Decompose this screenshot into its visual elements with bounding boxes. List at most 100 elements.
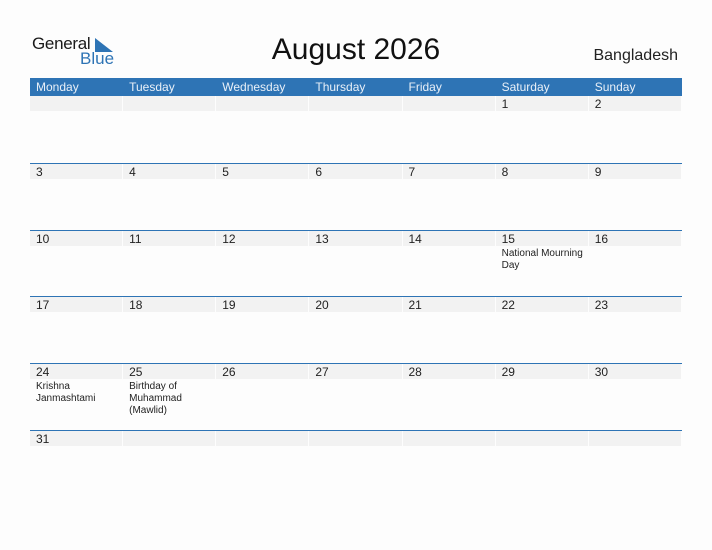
day-cell[interactable]: 31 (30, 430, 123, 497)
day-cell[interactable]: 26 (216, 364, 309, 430)
calendar-grid: Monday Tuesday Wednesday Thursday Friday Satu… (30, 78, 682, 497)
day-cell[interactable]: 18 (123, 297, 216, 363)
date-strip (495, 96, 588, 111)
weekday-thursday: Thursday (315, 80, 366, 94)
day-number: 23 (594, 298, 609, 313)
day-cell[interactable]: 7 (402, 163, 496, 230)
date-strip (123, 96, 216, 111)
day-cell[interactable]: 13 (309, 230, 402, 297)
day-cell[interactable]: 3 (30, 163, 123, 230)
weekday-tuesday: Tuesday (129, 80, 175, 94)
day-cell[interactable]: 4 (123, 163, 216, 230)
day-cell[interactable]: 12 (216, 230, 309, 297)
day-number: 22 (501, 298, 515, 313)
day-cell[interactable]: 5 (216, 163, 309, 230)
day-number: 18 (129, 298, 143, 313)
day-cell[interactable]: 20 (309, 297, 402, 363)
day-cell (495, 430, 589, 497)
day-number: 30 (594, 365, 609, 380)
day-cell (216, 430, 309, 497)
day-number: 20 (315, 298, 329, 313)
date-strip (216, 430, 309, 446)
day-cell[interactable]: 29 (495, 364, 589, 430)
date-strip (216, 96, 309, 111)
weekday-saturday: Saturday (501, 80, 550, 94)
day-number: 27 (315, 365, 329, 380)
week-row: 31 (30, 429, 682, 497)
date-strip (495, 430, 588, 446)
week-row: 3 4 5 6 7 8 9 (30, 162, 682, 230)
country-label: Bangladesh (593, 47, 678, 64)
day-cell (123, 96, 216, 163)
date-strip (309, 163, 402, 179)
day-number: 2 (594, 97, 602, 111)
date-strip (309, 96, 402, 111)
date-strip (309, 430, 402, 446)
weekday-monday: Monday (36, 80, 79, 94)
weekday-wednesday: Wednesday (222, 80, 286, 94)
weekday-header: Monday Tuesday Wednesday Thursday Friday Satu… (30, 78, 682, 96)
day-number: 4 (129, 164, 136, 179)
day-number: 25 (129, 365, 143, 380)
day-number: 28 (408, 365, 422, 380)
day-cell[interactable]: 1 (495, 96, 589, 163)
day-number: 5 (222, 164, 229, 179)
day-cell (309, 430, 402, 497)
day-cell[interactable]: 28 (402, 364, 496, 430)
date-strip (495, 163, 588, 179)
day-number: 6 (315, 164, 323, 179)
date-strip (30, 96, 123, 111)
day-cell (216, 96, 309, 163)
day-cell[interactable]: 6 (309, 163, 402, 230)
week-row: 12 (30, 96, 682, 163)
holiday-label: Krishna Janmashtami (36, 381, 96, 405)
day-number: 10 (36, 231, 50, 246)
day-cell[interactable]: 10 (30, 230, 123, 297)
date-strip (216, 163, 309, 179)
date-strip (402, 96, 495, 111)
day-number: 1 (501, 97, 509, 111)
day-cell[interactable]: 27 (309, 364, 402, 430)
day-cell[interactable]: 8 (495, 163, 589, 230)
day-cell (402, 96, 496, 163)
day-number: 15 (501, 231, 515, 246)
day-number: 16 (594, 231, 609, 246)
date-strip (588, 163, 681, 179)
day-number: 3 (36, 164, 43, 179)
holiday-label: National Mourning Day (501, 247, 583, 271)
date-strip (30, 163, 123, 179)
day-cell[interactable]: 22 (495, 297, 589, 363)
day-number: 29 (501, 365, 515, 380)
day-cell[interactable]: 21 (402, 297, 496, 363)
week-row: 17 18 19 20 21 22 23 (30, 296, 682, 363)
day-cell[interactable]: 16 (588, 230, 682, 297)
day-number: 31 (36, 431, 50, 446)
day-number: 24 (36, 365, 50, 380)
day-number: 13 (315, 231, 329, 246)
weekday-sunday: Sunday (594, 80, 636, 94)
day-cell (588, 430, 682, 497)
day-number: 19 (222, 298, 236, 313)
date-strip (402, 163, 495, 179)
day-cell (123, 430, 216, 497)
weekday-friday: Friday (408, 80, 442, 94)
week-row: 10 11 12 13 14 15 National Mourning Day 16 (30, 229, 682, 297)
day-cell[interactable]: 14 (402, 230, 496, 297)
day-cell[interactable]: 24 Krishna Janmashtami (30, 364, 123, 430)
day-cell[interactable]: 2 (588, 96, 682, 163)
day-cell[interactable]: 11 (123, 230, 216, 297)
date-strip (402, 430, 495, 446)
day-cell[interactable]: 19 (216, 297, 309, 363)
day-cell[interactable]: 17 (30, 297, 123, 363)
day-cell[interactable]: 23 (588, 297, 682, 363)
holiday-label: Birthday of Muhammad (Mawlid) (129, 381, 182, 417)
day-cell[interactable]: 30 (588, 364, 682, 430)
day-cell (309, 96, 402, 163)
day-cell[interactable]: 9 (588, 163, 682, 230)
day-number: 7 (408, 164, 416, 179)
day-number: 26 (222, 365, 236, 380)
date-strip (588, 430, 681, 446)
week-row: 24 Krishna Janmashtami 25 Birthday of Muham… (30, 363, 682, 430)
day-cell[interactable]: 15 National Mourning Day (495, 230, 589, 297)
day-cell[interactable]: 25 Birthday of Muhammad (Mawlid) (123, 364, 216, 430)
